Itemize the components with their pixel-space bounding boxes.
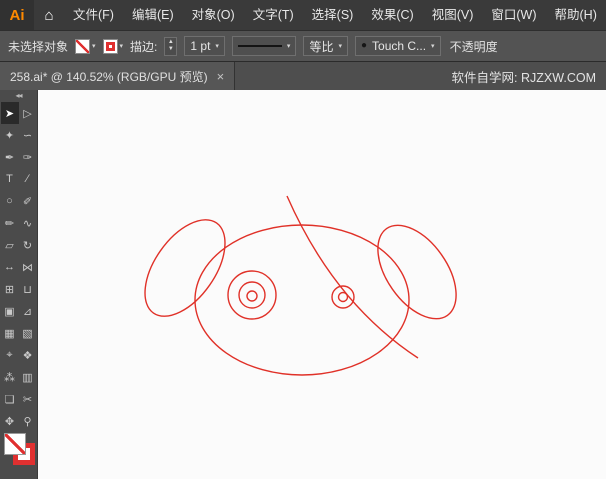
stroke-profile-select[interactable]: ▾ xyxy=(231,36,297,56)
canvas[interactable] xyxy=(38,90,606,479)
hand-tool[interactable]: ✥ xyxy=(1,410,19,432)
chevron-down-icon: ▾ xyxy=(338,43,342,50)
left-eye-middle-circle[interactable] xyxy=(238,281,266,309)
rotate-tool[interactable]: ↻ xyxy=(19,234,37,256)
fill-stroke-indicator[interactable] xyxy=(0,432,37,479)
left-ear-shape[interactable] xyxy=(129,206,241,331)
chevron-down-icon: ▾ xyxy=(119,43,124,50)
stroke-label: 描边: xyxy=(130,39,158,54)
fill-indicator-swatch[interactable] xyxy=(4,433,26,455)
menu-item-effect[interactable]: 效果(C) xyxy=(362,0,422,30)
menu-item-select[interactable]: 选择(S) xyxy=(303,0,363,30)
collapse-panel-icon[interactable]: ◂◂ xyxy=(0,90,37,102)
fill-none-icon xyxy=(75,38,91,54)
stroke-color-swatch[interactable]: ▾ xyxy=(102,38,124,54)
fill-color-swatch[interactable]: ▾ xyxy=(75,38,96,54)
menu-item-window[interactable]: 窗口(W) xyxy=(482,0,545,30)
menu-item-edit[interactable]: 编辑(E) xyxy=(123,0,183,30)
blend-tool[interactable]: ❖ xyxy=(19,344,37,366)
eyedropper-tool[interactable]: ⌖ xyxy=(1,344,19,366)
menu-item-file[interactable]: 文件(F) xyxy=(64,0,123,30)
proportional-value: 等比 xyxy=(309,39,334,54)
perspective-grid-tool[interactable]: ⊿ xyxy=(19,300,37,322)
chevron-down-icon: ▾ xyxy=(92,43,96,50)
pencil-tool[interactable]: ✏ xyxy=(1,212,19,234)
line-segment-tool[interactable]: ∕ xyxy=(19,168,37,190)
lasso-tool[interactable]: ∽ xyxy=(19,124,37,146)
free-transform-tool[interactable]: ⊞ xyxy=(1,278,19,300)
brush-definition-select[interactable]: ● Touch C... ▾ xyxy=(354,36,441,56)
width-tool[interactable]: ⋈ xyxy=(19,256,37,278)
opacity-label[interactable]: 不透明度 xyxy=(450,38,498,55)
selection-tool[interactable]: ➤ xyxy=(0,102,19,124)
slice-tool[interactable]: ✂ xyxy=(19,388,37,410)
menu-item-help[interactable]: 帮助(H) xyxy=(546,0,606,30)
curvature-tool[interactable]: ✑ xyxy=(19,146,37,168)
control-bar: 未选择对象 ▾ ▾ 描边: ▲ ▼ 1 pt ▾ ▾ 等比 ▾ ● Touch … xyxy=(0,30,606,62)
tools-panel: ◂◂ ➤ ▷ ✦ ∽ ✒ ✑ T ∕ ○ ✐ ✏ ∿ ▱ ↻ ↔ ⋈ ⊞ ⊔ ▣ ⊿ ▦ ▧ ⌖ ❖ ⁂ ▥ ❏ ✂ ✥ ⚲ xyxy=(0,90,38,479)
mesh-tool[interactable]: ▦ xyxy=(1,322,19,344)
live-paint-bucket-tool[interactable]: ▣ xyxy=(1,300,19,322)
type-tool[interactable]: T xyxy=(1,168,19,190)
left-eye-inner-circle[interactable] xyxy=(246,290,258,302)
menu-item-type[interactable]: 文字(T) xyxy=(244,0,303,30)
head-shape[interactable] xyxy=(194,224,410,376)
brush-dot-icon: ● xyxy=(360,40,368,51)
tool-grid: ➤ ▷ ✦ ∽ ✒ ✑ T ∕ ○ ✐ ✏ ∿ ▱ ↻ ↔ ⋈ ⊞ ⊔ ▣ ⊿ ▦ ▧ ⌖ ❖ ⁂ ▥ ❏ ✂ ✥ ⚲ xyxy=(0,102,37,432)
chevron-down-icon: ▾ xyxy=(215,43,219,50)
document-tab[interactable]: 258.ai* @ 140.52% (RGB/GPU 预览) × xyxy=(0,62,236,90)
stroke-weight-value: 1 pt xyxy=(190,39,211,53)
chevron-down-icon: ▾ xyxy=(286,43,291,50)
tab-close-icon[interactable]: × xyxy=(217,69,225,84)
home-icon[interactable]: ⌂ xyxy=(34,0,64,30)
artboard-tool[interactable]: ❏ xyxy=(1,388,19,410)
gradient-tool[interactable]: ▧ xyxy=(19,322,37,344)
paintbrush-tool[interactable]: ✐ xyxy=(19,190,37,212)
menu-item-object[interactable]: 对象(O) xyxy=(183,0,244,30)
left-eye-outer-circle[interactable] xyxy=(227,270,277,320)
right-ear-shape[interactable] xyxy=(362,211,472,332)
artwork-dog-face xyxy=(129,195,472,376)
column-graph-tool[interactable]: ▥ xyxy=(19,366,37,388)
selection-status: 未选择对象 xyxy=(8,39,69,54)
brush-value: Touch C... xyxy=(372,39,427,53)
ai-logo: Ai xyxy=(0,0,34,30)
stroke-profile-line-icon xyxy=(237,45,282,47)
zoom-tool[interactable]: ⚲ xyxy=(19,410,37,432)
watermark-text: 软件自学网: RJZXW.COM xyxy=(235,62,606,90)
eraser-tool[interactable]: ▱ xyxy=(1,234,19,256)
document-tab-title: 258.ai* @ 140.52% (RGB/GPU 预览) xyxy=(10,69,208,84)
symbol-sprayer-tool[interactable]: ⁂ xyxy=(1,366,19,388)
document-tab-bar: 258.ai* @ 140.52% (RGB/GPU 预览) × 软件自学网: … xyxy=(0,62,606,90)
scale-tool[interactable]: ↔ xyxy=(1,256,19,278)
shaper-tool[interactable]: ∿ xyxy=(19,212,37,234)
chevron-down-icon: ▾ xyxy=(431,43,435,50)
menu-bar: Ai ⌂ 文件(F) 编辑(E) 对象(O) 文字(T) 选择(S) 效果(C) 视图(V)… xyxy=(0,0,606,30)
magic-wand-tool[interactable]: ✦ xyxy=(1,124,19,146)
direct-selection-tool[interactable]: ▷ xyxy=(19,102,37,124)
stepper-down-icon: ▼ xyxy=(167,46,174,52)
stroke-weight-stepper[interactable]: ▲ ▼ xyxy=(164,36,178,56)
pen-tool[interactable]: ✒ xyxy=(1,146,19,168)
main-area: ◂◂ ➤ ▷ ✦ ∽ ✒ ✑ T ∕ ○ ✐ ✏ ∿ ▱ ↻ ↔ ⋈ ⊞ ⊔ ▣ ⊿ ▦ ▧ ⌖ ❖ ⁂ ▥ ❏ ✂ ✥ ⚲ xyxy=(0,90,606,479)
menu-item-view[interactable]: 视图(V) xyxy=(423,0,483,30)
ellipse-tool[interactable]: ○ xyxy=(1,190,19,212)
shape-builder-tool[interactable]: ⊔ xyxy=(19,278,37,300)
stepper-up-icon: ▲ xyxy=(167,39,174,45)
stroke-red-icon xyxy=(102,38,118,54)
proportional-select[interactable]: 等比 ▾ xyxy=(303,36,348,56)
menu-items: 文件(F) 编辑(E) 对象(O) 文字(T) 选择(S) 效果(C) 视图(V) 窗口(W)… xyxy=(64,0,606,30)
stroke-weight-select[interactable]: 1 pt ▾ xyxy=(184,36,225,56)
